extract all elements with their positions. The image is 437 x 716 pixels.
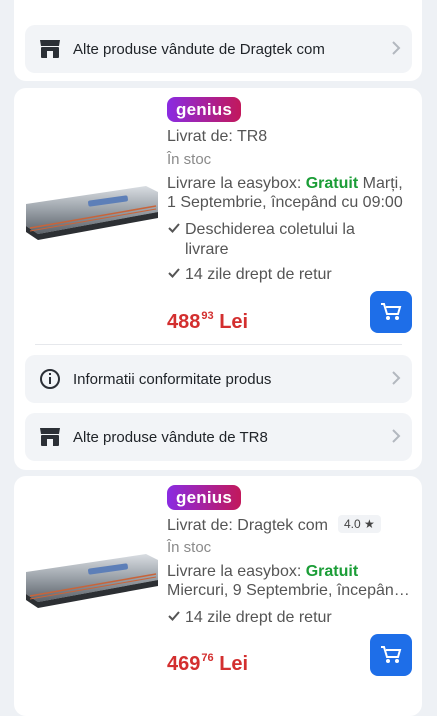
check-icon	[168, 611, 180, 621]
compliance-info-label: Informatii conformitate produs	[73, 370, 272, 388]
genius-badge: genius	[167, 97, 241, 122]
benefit-open-package: Deschiderea coletului la	[167, 221, 355, 239]
delivery-line-1: Livrare la easybox: Gratuit	[167, 563, 359, 580]
price: 46976 Lei	[167, 652, 249, 675]
vacuum-sealer-image[interactable]	[22, 546, 162, 616]
delivery-free: Gratuit	[305, 175, 359, 192]
delivery-line-2: Miercuri, 9 Septembrie, începân…	[167, 582, 410, 599]
other-products-dragtek-row[interactable]: Alte produse vândute de Dragtek com	[25, 25, 412, 73]
check-icon	[168, 223, 180, 233]
genius-badge: genius	[167, 485, 241, 510]
shop-icon	[40, 428, 60, 446]
other-products-tr8-row[interactable]: Alte produse vândute de TR8	[25, 413, 412, 461]
chevron-right-icon	[392, 371, 401, 385]
cart-icon	[381, 646, 402, 663]
benefit-return: 14 zile drept de retur	[167, 609, 332, 627]
delivery-line-2: 1 Septembrie, începând cu 09:00	[167, 194, 403, 211]
check-icon	[168, 268, 180, 278]
stock-status: În stoc	[167, 539, 212, 556]
price: 48893 Lei	[167, 310, 249, 333]
seller-name[interactable]: Livrat de: TR8	[167, 128, 267, 146]
stock-status: În stoc	[167, 151, 212, 168]
shop-icon	[40, 40, 60, 58]
chevron-right-icon	[392, 41, 401, 55]
cart-icon	[381, 303, 402, 320]
benefit-return: 14 zile drept de retur	[167, 266, 332, 284]
other-products-label: Alte produse vândute de Dragtek com	[73, 40, 325, 58]
info-icon	[40, 369, 60, 389]
add-to-cart-button[interactable]	[370, 291, 412, 333]
delivery-line-1: Livrare la easybox: Gratuit Marți,	[167, 175, 403, 192]
benefit-open-package-cont: livrare	[185, 241, 229, 258]
seller-rating: 4.0 ★	[337, 515, 381, 533]
compliance-info-row[interactable]: Informatii conformitate produs	[25, 355, 412, 403]
other-products-label: Alte produse vândute de TR8	[73, 428, 268, 446]
delivery-free: Gratuit	[305, 563, 359, 580]
seller-name[interactable]: Livrat de: Dragtek com 4.0 ★	[167, 515, 381, 535]
add-to-cart-button[interactable]	[370, 634, 412, 676]
vacuum-sealer-image[interactable]	[22, 178, 162, 248]
chevron-right-icon	[392, 429, 401, 443]
divider	[35, 344, 402, 345]
